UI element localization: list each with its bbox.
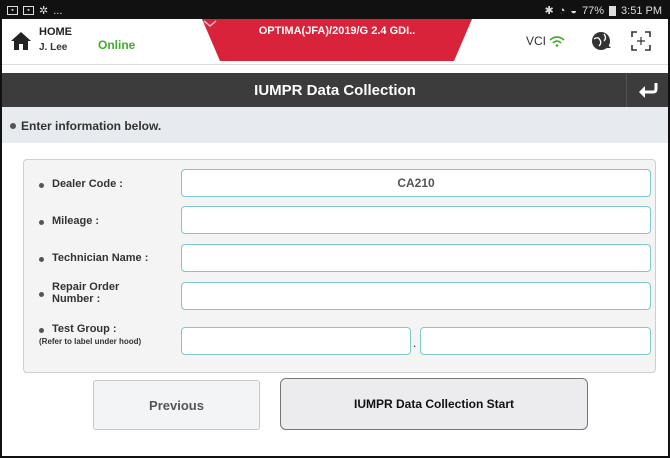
repair-order-field[interactable] xyxy=(181,282,651,310)
instruction-bar: Enter information below. xyxy=(2,107,668,143)
app-header: HOME J. Lee Online OPTIMA(JFA)/2019/G 2.… xyxy=(2,19,668,65)
back-button[interactable] xyxy=(626,73,668,107)
bullet-icon xyxy=(39,257,44,262)
mileage-field[interactable] xyxy=(181,206,651,234)
connection-status: Online xyxy=(98,38,136,52)
vci-label: VCI xyxy=(526,34,547,48)
start-collection-button[interactable]: IUMPR Data Collection Start xyxy=(280,378,588,430)
vehicle-name: OPTIMA(JFA)/2019/G 2.4 GDI.. xyxy=(258,25,416,37)
wifi-icon xyxy=(549,36,565,47)
test-group-field-1[interactable] xyxy=(181,327,411,355)
update-button[interactable] xyxy=(584,25,618,57)
battery-percent: 77% xyxy=(582,4,605,17)
wifi-status-icon: ◔ xyxy=(558,4,566,17)
battery-icon xyxy=(609,5,617,16)
globe-icon xyxy=(592,32,611,50)
gallery-icon: ▪ xyxy=(7,6,18,15)
dealer-code-field[interactable]: CA210 xyxy=(181,169,651,197)
bullet-icon xyxy=(39,220,44,225)
bullet-icon xyxy=(39,328,44,333)
form-panel: Dealer Code : CA210 Mileage : Technician… xyxy=(23,159,656,373)
instruction-text: Enter information below. xyxy=(21,119,162,133)
technician-name-field[interactable] xyxy=(181,244,651,272)
vehicle-selector[interactable]: OPTIMA(JFA)/2019/G 2.4 GDI.. xyxy=(202,19,472,61)
signal-icon: ◒ xyxy=(570,4,577,17)
bullet-icon xyxy=(39,183,44,188)
bullet-icon xyxy=(39,292,44,297)
page-title: IUMPR Data Collection xyxy=(254,82,416,99)
vci-status[interactable]: VCI xyxy=(526,34,566,48)
test-group-separator: . xyxy=(413,336,417,350)
screen-capture-button[interactable] xyxy=(624,25,658,57)
screen-capture-icon xyxy=(631,31,651,51)
calendar-icon: ▪ xyxy=(23,6,34,15)
status-overflow: ... xyxy=(53,4,63,17)
return-arrow-icon xyxy=(638,83,657,98)
page-title-bar: IUMPR Data Collection xyxy=(2,73,668,107)
test-group-field-2[interactable] xyxy=(420,327,651,355)
chevron-down-icon xyxy=(203,20,217,27)
bullet-icon xyxy=(10,123,16,129)
user-name: J. Lee xyxy=(39,42,68,53)
status-bar: ▪ ▪ ✲ ... ✱ ◔ ◒ 77% 3:51 PM xyxy=(2,2,668,19)
previous-button[interactable]: Previous xyxy=(93,380,260,430)
clock: 3:51 PM xyxy=(621,4,662,17)
bluetooth-icon: ✱ xyxy=(544,5,554,17)
home-icon[interactable] xyxy=(10,31,32,51)
notification-icon: ✲ xyxy=(39,5,49,17)
home-label[interactable]: HOME xyxy=(39,26,72,38)
test-group-hint: (Refer to label under hood) xyxy=(39,337,142,346)
